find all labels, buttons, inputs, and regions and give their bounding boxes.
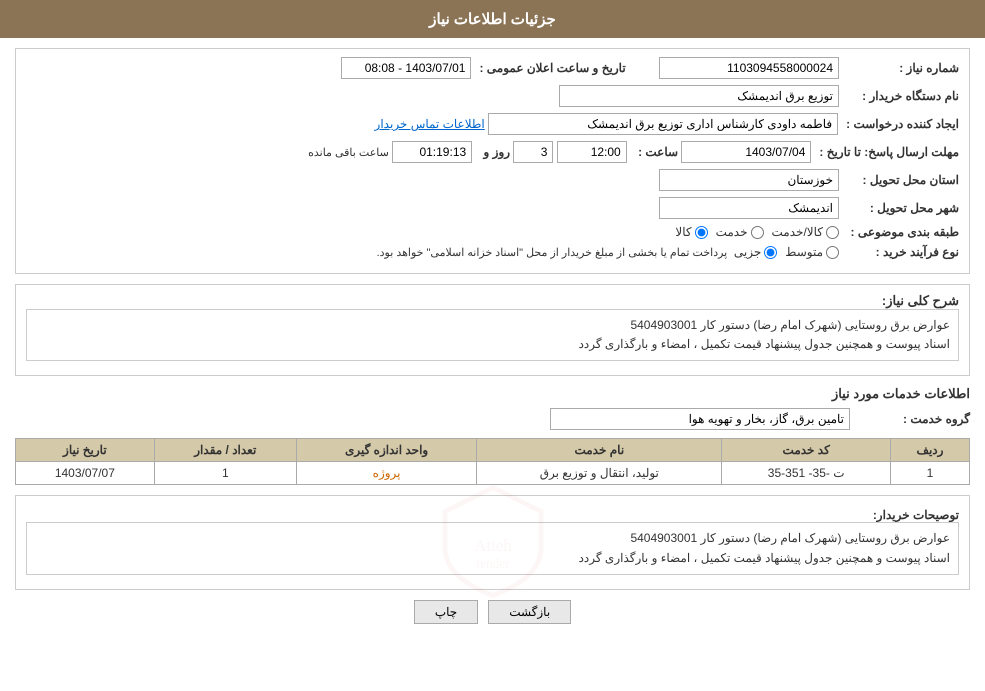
services-table: ردیف کد خدمت نام خدمت واحد اندازه گیری ت… — [15, 438, 970, 485]
row-creator: ایجاد کننده درخواست : اطلاعات تماس خریدا… — [26, 113, 959, 135]
buyer-description-section: توصیحات خریدار: عوارض برق روستایی (شهرک … — [15, 495, 970, 589]
back-button[interactable]: بازگشت — [488, 600, 571, 624]
category-option-khadamat[interactable]: خدمت — [716, 225, 764, 239]
creator-label: ایجاد کننده درخواست : — [838, 117, 959, 131]
service-group-input[interactable] — [550, 408, 850, 430]
buyer-description-text1: عوارض برق روستایی (شهرک امام رضا) دستور … — [35, 529, 950, 548]
province-label: استان محل تحویل : — [839, 173, 959, 187]
buyer-description-text2: اسناد پیوست و همچنین جدول پیشنهاد قیمت ت… — [35, 549, 950, 568]
cell-row: 1 — [891, 462, 970, 485]
main-form: شماره نیاز : تاریخ و ساعت اعلان عمومی : … — [15, 48, 970, 274]
row-buyer: نام دستگاه خریدار : — [26, 85, 959, 107]
city-input[interactable] — [659, 197, 839, 219]
buyer-label: نام دستگاه خریدار : — [839, 89, 959, 103]
cell-unit: پروژه — [296, 462, 476, 485]
row-province: استان محل تحویل : — [26, 169, 959, 191]
deadline-time-label: ساعت : — [630, 145, 678, 159]
buyer-description-row: توصیحات خریدار: عوارض برق روستایی (شهرک … — [26, 504, 959, 574]
row-id-datetime: شماره نیاز : تاریخ و ساعت اعلان عمومی : — [26, 57, 959, 79]
print-button[interactable]: چاپ — [414, 600, 478, 624]
category-radio-kala-khadamat[interactable] — [826, 226, 839, 239]
col-unit: واحد اندازه گیری — [296, 439, 476, 462]
col-name: نام خدمت — [477, 439, 722, 462]
description-text2: اسناد پیوست و همچنین جدول پیشنهاد قیمت ت… — [35, 335, 950, 354]
id-label: شماره نیاز : — [839, 61, 959, 75]
remaining-time-input[interactable] — [392, 141, 472, 163]
datetime-label: تاریخ و ساعت اعلان عمومی : — [471, 61, 625, 75]
description-box: عوارض برق روستایی (شهرک امام رضا) دستور … — [26, 309, 959, 361]
deadline-days-input[interactable] — [513, 141, 553, 163]
buyer-description-label: توصیحات خریدار: — [859, 508, 959, 522]
row-city: شهر محل تحویل : — [26, 197, 959, 219]
category-label: طبقه بندی موضوعی : — [839, 225, 959, 239]
creator-input[interactable] — [488, 113, 838, 135]
category-option-kala[interactable]: کالا — [675, 225, 707, 239]
buyer-input[interactable] — [559, 85, 839, 107]
buyer-description-box: عوارض برق روستایی (شهرک امام رضا) دستور … — [26, 522, 959, 574]
col-quantity: تعداد / مقدار — [154, 439, 296, 462]
row-purchase-type: نوع فرآیند خرید : متوسط جزیی پرداخت تمام… — [26, 245, 959, 259]
purchase-option-jozii[interactable]: جزیی — [734, 245, 777, 259]
row-service-group: گروه خدمت : — [15, 408, 970, 430]
page-header: جزئیات اطلاعات نیاز — [0, 0, 985, 38]
deadline-time-input[interactable] — [557, 141, 627, 163]
col-row: ردیف — [891, 439, 970, 462]
row-deadline: مهلت ارسال پاسخ: تا تاریخ : ساعت : روز و… — [26, 141, 959, 163]
service-group-label: گروه خدمت : — [850, 412, 970, 426]
datetime-input[interactable] — [341, 57, 471, 79]
purchase-note: پرداخت تمام یا بخشی از مبلغ خریدار از مح… — [377, 246, 728, 259]
category-radio-group: کالا/خدمت خدمت کالا — [675, 225, 839, 239]
purchase-radio-motavaset[interactable] — [826, 246, 839, 259]
description-section: شرح کلی نیاز: عوارض برق روستایی (شهرک ام… — [15, 284, 970, 376]
id-input[interactable] — [659, 57, 839, 79]
contact-link[interactable]: اطلاعات تماس خریدار — [375, 117, 485, 131]
category-radio-kala[interactable] — [695, 226, 708, 239]
col-date: تاریخ نیاز — [16, 439, 155, 462]
purchase-option-motavaset[interactable]: متوسط — [785, 245, 839, 259]
page-title: جزئیات اطلاعات نیاز — [429, 11, 556, 28]
cell-code: ت -35- 351-35 — [722, 462, 891, 485]
cell-date: 1403/07/07 — [16, 462, 155, 485]
city-label: شهر محل تحویل : — [839, 201, 959, 215]
category-radio-khadamat[interactable] — [751, 226, 764, 239]
cell-quantity: 1 — [154, 462, 296, 485]
province-input[interactable] — [659, 169, 839, 191]
deadline-days-label: روز و — [476, 145, 511, 159]
button-group: بازگشت چاپ — [15, 600, 970, 624]
description-row: شرح کلی نیاز: عوارض برق روستایی (شهرک ام… — [26, 293, 959, 361]
deadline-date-input[interactable] — [681, 141, 811, 163]
description-section-title: شرح کلی نیاز: — [859, 293, 959, 309]
remaining-label: ساعت باقی مانده — [308, 146, 389, 159]
services-section-title: اطلاعات خدمات مورد نیاز — [15, 386, 970, 402]
purchase-radio-jozii[interactable] — [764, 246, 777, 259]
table-row: 1 ت -35- 351-35 تولید، انتقال و توزیع بر… — [16, 462, 970, 485]
description-text: عوارض برق روستایی (شهرک امام رضا) دستور … — [35, 316, 950, 335]
category-option-kala-khadamat[interactable]: کالا/خدمت — [772, 225, 839, 239]
purchase-type-label: نوع فرآیند خرید : — [839, 245, 959, 259]
row-category: طبقه بندی موضوعی : کالا/خدمت خدمت کالا — [26, 225, 959, 239]
cell-name: تولید، انتقال و توزیع برق — [477, 462, 722, 485]
purchase-type-radio-group: متوسط جزیی — [734, 245, 839, 259]
deadline-label: مهلت ارسال پاسخ: تا تاریخ : — [811, 145, 959, 159]
col-code: کد خدمت — [722, 439, 891, 462]
